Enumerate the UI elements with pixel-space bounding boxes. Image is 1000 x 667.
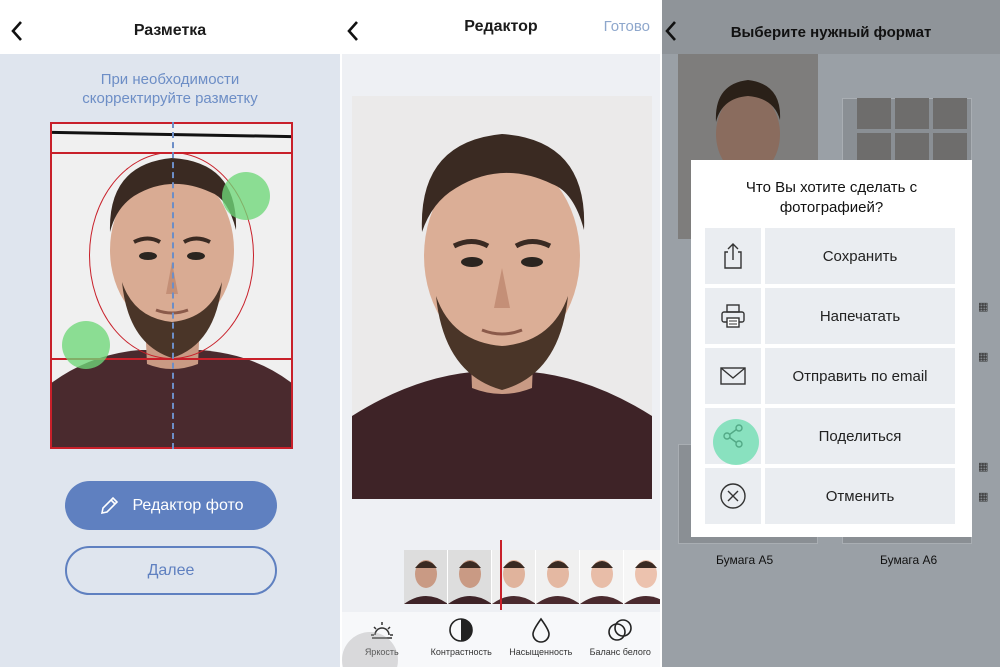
rings-icon bbox=[608, 619, 633, 641]
instruction-text: При необходимости скорректируйте разметк… bbox=[82, 71, 258, 107]
page-title: Разметка bbox=[133, 22, 207, 39]
share-upload-icon bbox=[724, 243, 742, 269]
format-screen: Выберите нужный формат ▦ ▦ ▦ ▦ Бумага A5… bbox=[662, 0, 1000, 667]
header: Редактор Готово bbox=[342, 0, 660, 54]
editable-photo bbox=[352, 96, 652, 499]
action-save[interactable]: Сохранить bbox=[705, 228, 955, 284]
editor-screen: Редактор Готово Яркость Контрастность На… bbox=[342, 0, 660, 667]
paper-a6-label: Бумага A6 bbox=[880, 553, 938, 567]
header: Выберите нужный формат bbox=[662, 0, 1000, 54]
adjustment-slider-cursor[interactable] bbox=[500, 540, 502, 610]
side-thumbnail: ▦ bbox=[978, 491, 989, 503]
cancel-icon bbox=[720, 483, 746, 509]
preview-thumb[interactable] bbox=[404, 550, 448, 604]
tool-saturation[interactable]: Насыщенность bbox=[501, 612, 581, 667]
adjust-handle-top[interactable] bbox=[222, 172, 270, 220]
page-title: Выберите нужный формат bbox=[730, 24, 932, 41]
action-email[interactable]: Отправить по email bbox=[705, 348, 955, 404]
action-cancel[interactable]: Отменить bbox=[705, 468, 955, 524]
center-axis-guide bbox=[172, 122, 174, 449]
next-button[interactable]: Далее bbox=[65, 546, 277, 595]
preview-thumb[interactable] bbox=[492, 550, 536, 604]
preview-thumb[interactable] bbox=[624, 550, 660, 604]
done-button[interactable]: Готово bbox=[604, 18, 650, 35]
printer-icon bbox=[721, 304, 745, 328]
adjust-handle-bottom[interactable] bbox=[62, 321, 110, 369]
photo-grid-preview bbox=[857, 98, 967, 164]
markup-screen: Разметка При необходимости скорректируйт… bbox=[0, 0, 340, 667]
touch-indicator bbox=[713, 419, 759, 465]
action-dialog: Что Вы хотите сделать с фотографией? Сох… bbox=[691, 160, 972, 537]
envelope-icon bbox=[720, 367, 746, 385]
preview-thumb[interactable] bbox=[448, 550, 492, 604]
contrast-icon bbox=[449, 618, 474, 642]
side-thumbnail: ▦ bbox=[978, 461, 989, 473]
side-thumbnail: ▦ bbox=[978, 351, 989, 363]
tool-contrast[interactable]: Контрастность bbox=[422, 612, 502, 667]
side-thumbnail: ▦ bbox=[978, 301, 989, 313]
header: Разметка bbox=[0, 0, 340, 54]
action-print[interactable]: Напечатать bbox=[705, 288, 955, 344]
filter-preview-strip[interactable] bbox=[404, 550, 660, 604]
photo-editor-button[interactable]: Редактор фото bbox=[65, 481, 277, 530]
paper-a5-label: Бумага A5 bbox=[716, 553, 774, 567]
pencil-icon bbox=[101, 496, 119, 514]
drop-icon bbox=[531, 617, 550, 643]
tool-white-balance[interactable]: Баланс белого bbox=[581, 612, 661, 667]
preview-thumb[interactable] bbox=[580, 550, 624, 604]
dialog-question: Что Вы хотите сделать с фотографией? bbox=[745, 179, 918, 216]
preview-thumb[interactable] bbox=[536, 550, 580, 604]
